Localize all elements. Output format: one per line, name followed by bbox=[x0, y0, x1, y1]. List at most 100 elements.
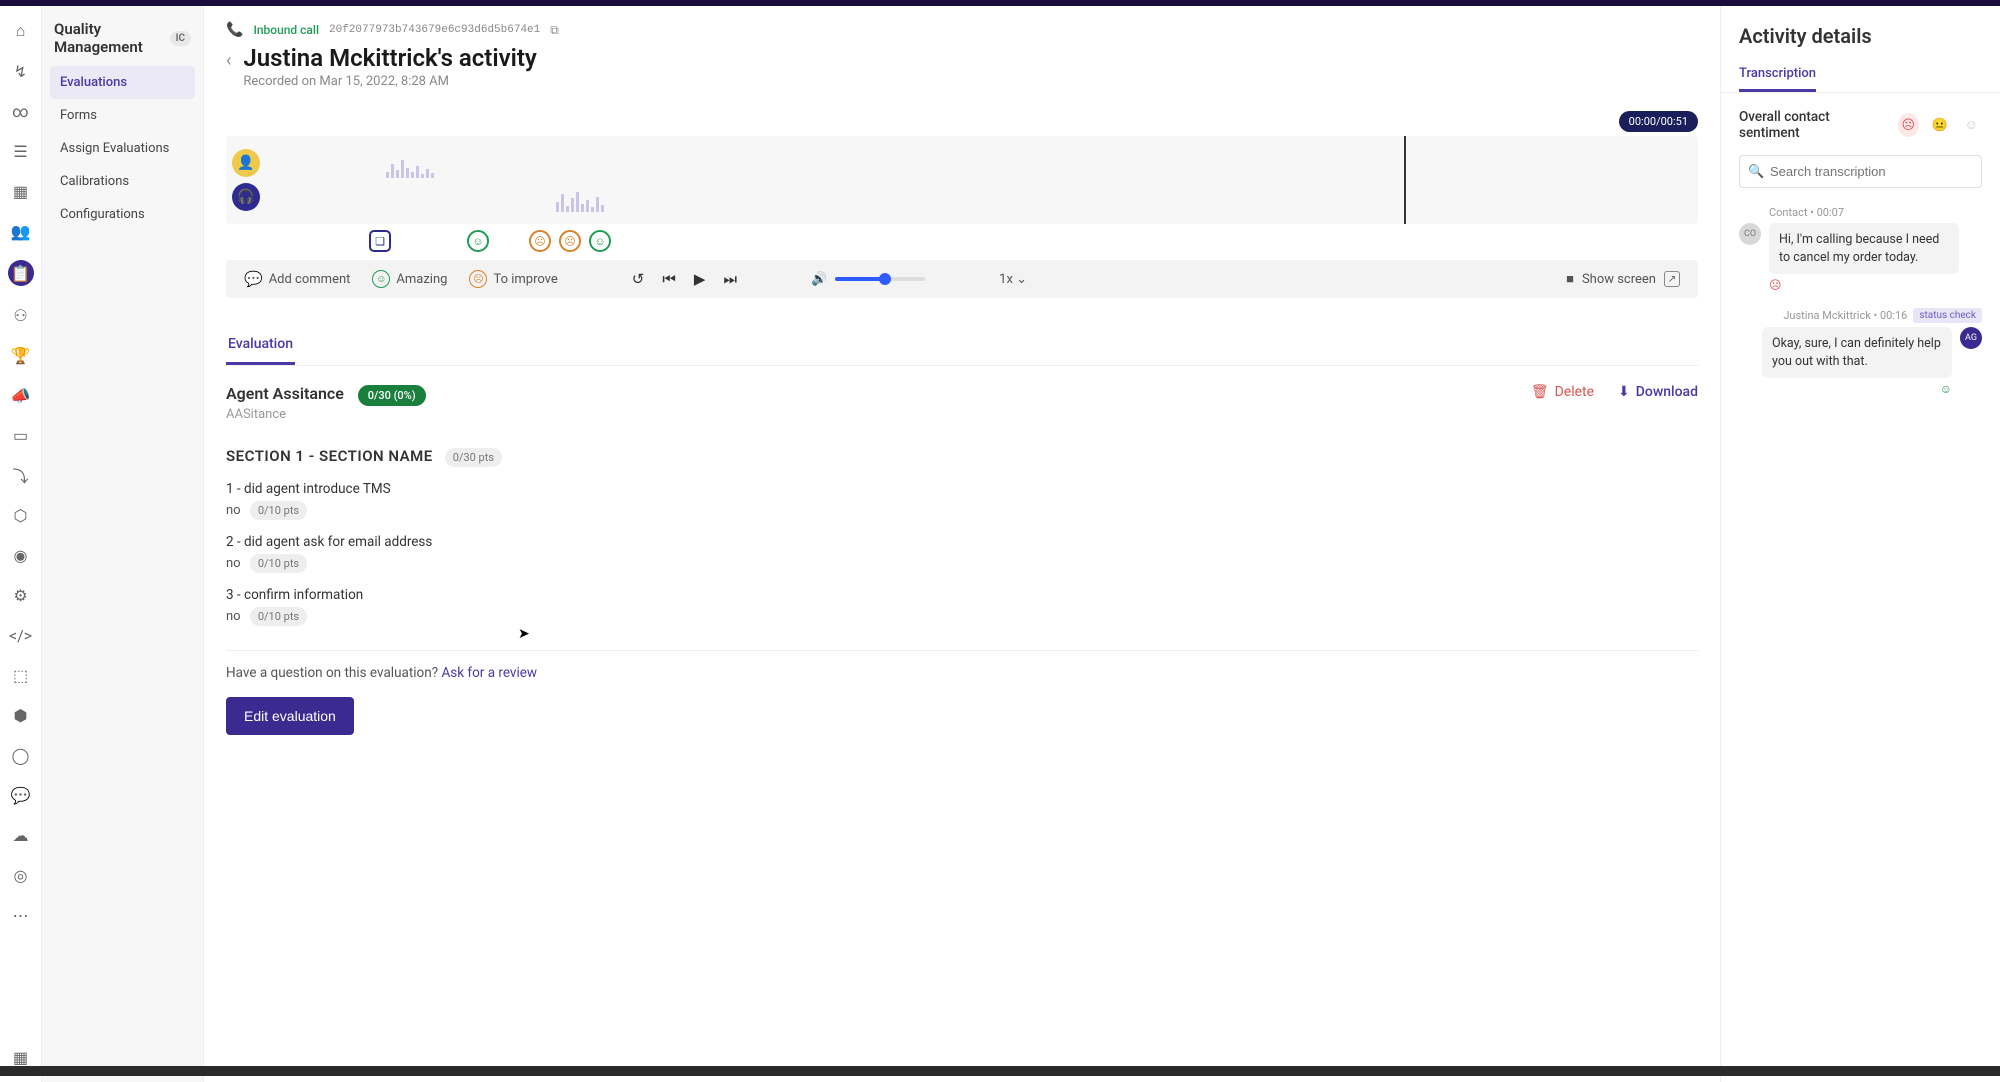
id-icon[interactable]: ▦ bbox=[10, 180, 32, 202]
negative-marker-icon[interactable]: ☹ bbox=[559, 230, 581, 252]
transcript-message-agent: Justina Mckittrick • 00:16 status check … bbox=[1739, 308, 1982, 396]
main-content: 📞 Inbound call 20f2077973b743679e6c93d6d… bbox=[204, 6, 1720, 1082]
tab-transcription[interactable]: Transcription bbox=[1739, 66, 1816, 92]
external-link-icon: ↗ bbox=[1664, 271, 1680, 287]
frown-icon: ☹ bbox=[469, 270, 487, 288]
audio-player: 00:00/00:51 👤 🎧 ❏ bbox=[226, 111, 1698, 298]
evaluation-name: Agent Assitance bbox=[226, 384, 344, 403]
chat-icon[interactable]: 💬 bbox=[10, 784, 32, 806]
routing-icon[interactable]: ↯ bbox=[10, 60, 32, 82]
download-icon: ⬇ bbox=[1618, 384, 1630, 400]
call-header: 📞 Inbound call 20f2077973b743679e6c93d6d… bbox=[226, 22, 1698, 38]
sidenav-item-configurations[interactable]: Configurations bbox=[50, 198, 195, 231]
headset-icon[interactable]: ◯ bbox=[10, 744, 32, 766]
positive-marker-icon[interactable]: ☺ bbox=[467, 230, 489, 252]
agent-avatar-small: AG bbox=[1960, 327, 1982, 349]
answer-1: no 0/10 pts bbox=[226, 503, 1698, 518]
next-button[interactable]: ⏭ bbox=[723, 270, 737, 288]
section-points: 0/30 pts bbox=[445, 448, 502, 467]
sentiment-negative-icon: ☹ bbox=[1898, 113, 1919, 137]
positive-marker-icon[interactable]: ☺ bbox=[589, 230, 611, 252]
copy-icon[interactable]: ⧉ bbox=[550, 23, 559, 38]
ask-review-link[interactable]: Ask for a review bbox=[441, 665, 537, 681]
back-button[interactable]: ‹ bbox=[226, 44, 231, 71]
group-icon[interactable]: ⚇ bbox=[10, 304, 32, 326]
message-sentiment-icon: ☺ bbox=[1739, 382, 1952, 396]
home-icon[interactable]: ⌂ bbox=[10, 20, 32, 42]
video-icon: ■ bbox=[1566, 271, 1574, 287]
comment-icon: 💬 bbox=[244, 270, 263, 288]
apps-grid-icon[interactable]: ▦ bbox=[10, 1046, 32, 1068]
recorded-timestamp: Recorded on Mar 15, 2022, 8:28 AM bbox=[243, 74, 536, 89]
flow-icon[interactable]: ⤵ bbox=[10, 464, 32, 486]
evaluation-sub: AASitance bbox=[226, 407, 426, 422]
show-screen-button[interactable]: ■ Show screen ↗ bbox=[1566, 271, 1680, 287]
trash-icon: 🗑 bbox=[1531, 384, 1549, 400]
trophy-icon[interactable]: 🏆 bbox=[10, 344, 32, 366]
rewind-button[interactable]: ↺ bbox=[632, 270, 645, 288]
signal-icon[interactable]: ◉ bbox=[10, 544, 32, 566]
speed-selector[interactable]: 1x ⌄ bbox=[999, 272, 1027, 287]
play-button[interactable]: ▶ bbox=[694, 270, 706, 288]
details-title: Activity details bbox=[1739, 24, 1982, 48]
people-icon[interactable]: 👥 bbox=[10, 220, 32, 242]
connector-icon[interactable]: ⚙ bbox=[10, 584, 32, 606]
sidenav-item-forms[interactable]: Forms bbox=[50, 99, 195, 132]
infinity-icon[interactable]: ∞ bbox=[10, 100, 32, 122]
search-transcription: 🔍 bbox=[1739, 155, 1982, 188]
sidenav-item-evaluations[interactable]: Evaluations bbox=[50, 66, 195, 99]
message-tag: status check bbox=[1913, 308, 1982, 323]
message-sentiment-icon: ☹ bbox=[1769, 278, 1982, 292]
tab-evaluation[interactable]: Evaluation bbox=[226, 326, 295, 365]
playhead[interactable] bbox=[1404, 136, 1406, 224]
transcript-message-contact: Contact • 00:07 CO Hi, I'm calling becau… bbox=[1739, 206, 1982, 292]
module-title: Quality Management IC bbox=[50, 20, 195, 66]
call-direction: Inbound call bbox=[253, 23, 319, 37]
inbound-call-icon: 📞 bbox=[226, 22, 243, 38]
message-bubble: Okay, sure, I can definitely help you ou… bbox=[1762, 327, 1952, 378]
sentiment-positive-icon: ☺ bbox=[1961, 113, 1982, 137]
contact-avatar: 👤 bbox=[232, 149, 260, 177]
cloud-icon[interactable]: ☁ bbox=[10, 824, 32, 846]
note-marker-icon[interactable]: ❏ bbox=[369, 230, 391, 252]
smile-icon: ☺ bbox=[372, 270, 390, 288]
icon-rail: ⌂ ↯ ∞ ☰ ▦ 👥 📋 ⚇ 🏆 📣 ▭ ⤵ ⬡ ◉ ⚙ </> ⬚ ⬢ ◯ … bbox=[0, 6, 42, 1082]
download-button[interactable]: ⬇ Download bbox=[1618, 384, 1698, 400]
volume-control[interactable]: 🔊 bbox=[811, 272, 925, 287]
cube-icon[interactable]: ⬢ bbox=[10, 704, 32, 726]
sidenav-item-assign[interactable]: Assign Evaluations bbox=[50, 132, 195, 165]
delete-button[interactable]: 🗑 Delete bbox=[1531, 384, 1594, 400]
activity-details-panel: Activity details Transcription Overall c… bbox=[1720, 6, 2000, 1082]
sentiment-markers: ❏ ☺ ☹ ☹ ☺ bbox=[226, 224, 1698, 252]
megaphone-icon[interactable]: 📣 bbox=[10, 384, 32, 406]
contact-avatar-small: CO bbox=[1739, 223, 1761, 245]
amazing-button[interactable]: ☺ Amazing bbox=[372, 270, 447, 288]
message-bubble: Hi, I'm calling because I need to cancel… bbox=[1769, 223, 1959, 274]
code-icon[interactable]: </> bbox=[10, 624, 32, 646]
monitor-icon[interactable]: ⬚ bbox=[10, 664, 32, 686]
more-icon[interactable]: ⋯ bbox=[10, 904, 32, 926]
agent-avatar: 🎧 bbox=[232, 183, 260, 211]
to-improve-button[interactable]: ☹ To improve bbox=[469, 270, 557, 288]
negative-marker-icon[interactable]: ☹ bbox=[529, 230, 551, 252]
time-badge: 00:00/00:51 bbox=[1619, 111, 1698, 132]
question-3: 3 - confirm information bbox=[226, 587, 1698, 603]
waveform-area[interactable]: 👤 🎧 bbox=[226, 136, 1698, 224]
sidenav-item-calibrations[interactable]: Calibrations bbox=[50, 165, 195, 198]
overall-sentiment: Overall contact sentiment ☹ 😐 ☺ bbox=[1739, 109, 1982, 141]
volume-slider[interactable] bbox=[835, 277, 925, 281]
book-icon[interactable]: ▭ bbox=[10, 424, 32, 446]
add-comment-button[interactable]: 💬 Add comment bbox=[244, 270, 350, 288]
prev-button[interactable]: ⏮ bbox=[662, 270, 676, 288]
search-transcription-input[interactable] bbox=[1739, 155, 1982, 188]
content-tabs: Evaluation bbox=[226, 326, 1698, 366]
clipboard-icon[interactable]: 📋 bbox=[8, 260, 34, 286]
search-icon: 🔍 bbox=[1748, 164, 1764, 179]
sentiment-neutral-icon: 😐 bbox=[1929, 113, 1950, 137]
answer-2: no 0/10 pts bbox=[226, 556, 1698, 571]
levels-icon[interactable]: ☰ bbox=[10, 140, 32, 162]
compass-icon[interactable]: ◎ bbox=[10, 864, 32, 886]
chevron-down-icon: ⌄ bbox=[1016, 272, 1027, 287]
edit-evaluation-button[interactable]: Edit evaluation bbox=[226, 697, 354, 735]
shield-icon[interactable]: ⬡ bbox=[10, 504, 32, 526]
